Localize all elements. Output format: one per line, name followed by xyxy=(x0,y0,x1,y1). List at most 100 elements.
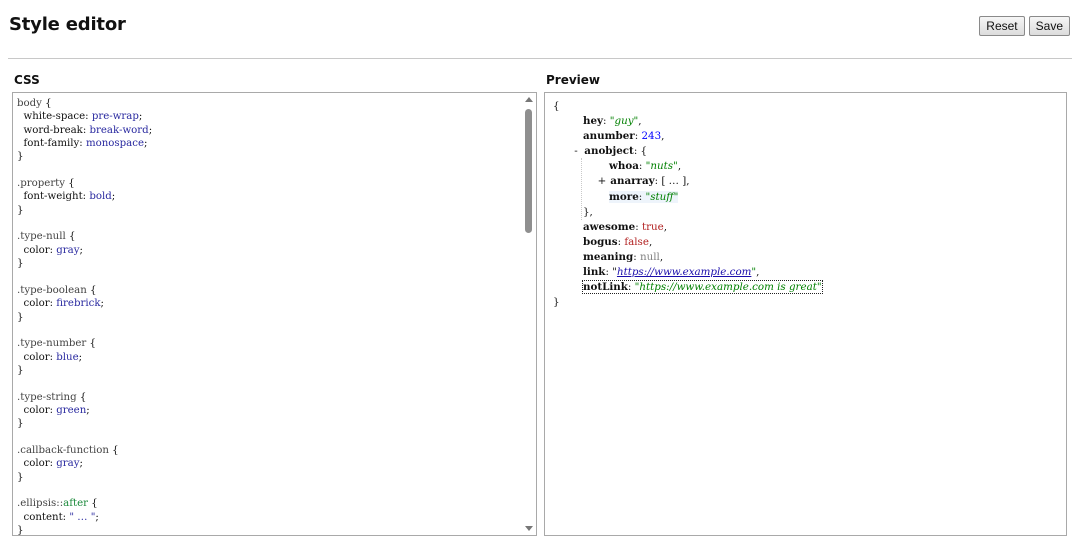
json-token: , xyxy=(638,115,642,128)
save-button[interactable]: Save xyxy=(1028,16,1070,36)
css-token: ; xyxy=(138,111,143,123)
json-row-content[interactable]: notLink: "https://www.example.com is gre… xyxy=(582,280,823,295)
json-token: , xyxy=(663,220,668,233)
css-code-line xyxy=(17,377,520,390)
json-row: + anarray: [ … ], xyxy=(553,174,822,189)
json-row-content: meaning: null, xyxy=(583,251,663,263)
json-row: awesome: true, xyxy=(553,220,822,235)
css-token: } xyxy=(17,418,24,430)
json-token: , xyxy=(648,235,653,248)
css-token: ; xyxy=(79,458,83,470)
css-token: white-space xyxy=(23,111,86,123)
css-code-line: } xyxy=(17,150,520,163)
json-token: : xyxy=(638,190,646,203)
css-code-line: color: gray; xyxy=(17,244,520,257)
css-token: ; xyxy=(95,511,99,523)
css-token: { xyxy=(65,178,75,190)
json-row: whoa: "nuts", xyxy=(553,159,822,174)
css-token: { xyxy=(86,284,97,296)
json-row: hey: "guy", xyxy=(553,114,822,129)
json-row-content: anumber: 243, xyxy=(583,130,664,142)
css-token: ; xyxy=(148,124,153,136)
json-row-content: anobject: { xyxy=(584,145,647,157)
css-token: ; xyxy=(143,138,148,150)
css-token: font-weight xyxy=(23,191,83,203)
css-token: color xyxy=(23,298,50,310)
header-divider xyxy=(8,58,1072,59)
json-token: null xyxy=(639,250,660,263)
css-token: content xyxy=(23,511,63,523)
css-code-line xyxy=(17,431,520,444)
css-token: .type-string xyxy=(17,391,77,403)
json-row: } xyxy=(553,295,822,310)
css-token: color xyxy=(23,244,50,256)
css-token: color xyxy=(23,458,50,470)
json-key: hey xyxy=(583,115,604,128)
collapse-toggle-icon[interactable]: - xyxy=(571,144,581,159)
json-row: more: "stuff" xyxy=(553,190,822,205)
json-row: link: "https://www.example.com", xyxy=(553,265,822,280)
json-token: , xyxy=(756,266,760,279)
css-token: word-break xyxy=(23,124,83,136)
scrollbar-thumb[interactable] xyxy=(525,109,532,233)
css-code-line: color: gray; xyxy=(17,457,520,470)
css-code-line xyxy=(17,270,520,283)
json-token: false xyxy=(624,235,649,248)
json-key: link xyxy=(583,266,606,279)
css-token: gray xyxy=(56,244,80,256)
css-token: } xyxy=(17,151,24,163)
json-key: whoa xyxy=(609,160,639,173)
css-token: { xyxy=(108,444,119,456)
css-token: .callback-function xyxy=(17,444,109,456)
css-token: .property xyxy=(17,178,66,190)
css-token: ; xyxy=(86,404,90,416)
css-code-line xyxy=(17,484,520,497)
css-editor-scrollbar[interactable] xyxy=(524,95,534,533)
css-code-text[interactable]: body { white-space: pre-wrap; word-break… xyxy=(17,97,520,536)
css-token: : xyxy=(79,138,86,150)
json-key: meaning xyxy=(583,250,634,263)
json-row-content: } xyxy=(553,296,560,308)
json-token: : xyxy=(633,250,640,263)
css-token: ; xyxy=(111,191,116,203)
json-token: : xyxy=(635,220,642,233)
css-token: } xyxy=(17,471,24,483)
expand-toggle-icon[interactable]: + xyxy=(597,174,607,189)
css-editor[interactable]: body { white-space: pre-wrap; word-break… xyxy=(12,92,537,536)
json-token: : xyxy=(603,115,610,128)
json-row: notLink: "https://www.example.com is gre… xyxy=(553,280,823,295)
scroll-down-arrow-icon[interactable] xyxy=(525,526,533,531)
css-code-line: .callback-function { xyxy=(17,444,520,457)
scroll-up-arrow-icon[interactable] xyxy=(525,97,533,102)
css-code-line xyxy=(17,164,520,177)
css-token: color xyxy=(23,404,50,416)
css-code-line: .type-null { xyxy=(17,230,520,243)
json-row-content: anarray: [ … ], xyxy=(610,175,689,187)
json-token: , xyxy=(677,160,682,173)
json-token: true xyxy=(641,220,664,233)
json-link[interactable]: https://www.example.com xyxy=(617,266,751,278)
css-code-line: font-weight: bold; xyxy=(17,190,520,203)
css-token: { xyxy=(76,391,87,403)
css-token: ; xyxy=(100,298,104,310)
json-token: : xyxy=(627,281,635,294)
json-row-content: whoa: "nuts", xyxy=(609,160,681,172)
json-row-content: { xyxy=(553,100,560,112)
css-code-line: } xyxy=(17,364,520,377)
json-row-content: }, xyxy=(583,206,593,218)
json-token: , xyxy=(661,130,665,143)
css-token: } xyxy=(17,525,24,536)
css-token: : xyxy=(82,124,90,136)
css-code-line: color: blue; xyxy=(17,351,520,364)
css-token: } xyxy=(17,311,24,323)
css-token: { xyxy=(86,338,97,350)
json-key: anarray xyxy=(610,175,655,188)
json-key: more xyxy=(609,190,639,203)
reset-button[interactable]: Reset xyxy=(979,16,1025,36)
json-token: : { xyxy=(633,145,648,158)
css-code-line: body { xyxy=(17,97,520,110)
css-token: pre-wrap xyxy=(91,111,139,123)
css-code-line: content: " … "; xyxy=(17,511,520,524)
css-code-line: } xyxy=(17,417,520,430)
css-code-line: white-space: pre-wrap; xyxy=(17,110,520,123)
